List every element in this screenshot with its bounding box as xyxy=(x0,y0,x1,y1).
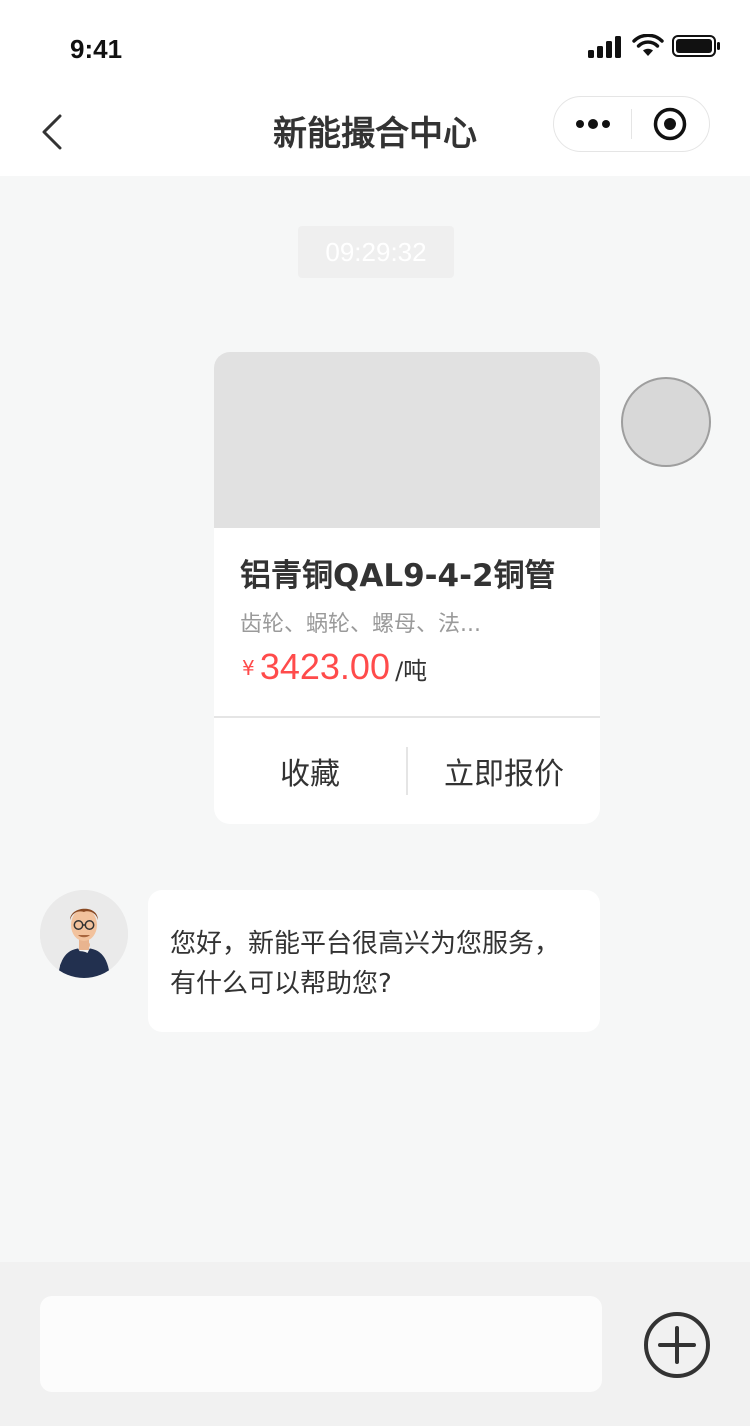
input-bar xyxy=(0,1262,750,1426)
nav-bar: 新能撮合中心 xyxy=(0,88,750,176)
product-card[interactable]: 铝青铜QAL9-4-2铜管 齿轮、蜗轮、螺母、法... ¥ 3423.00 /吨… xyxy=(214,352,600,824)
chat-screen: 9:41 新能撮合中心 09:29:32 铝青铜QAL9-4-2铜管 齿轮、蜗轮… xyxy=(0,0,750,1426)
signal-icon xyxy=(588,36,621,58)
add-button[interactable] xyxy=(643,1311,711,1379)
message-input[interactable] xyxy=(40,1296,602,1392)
mini-program-capsule xyxy=(553,96,710,152)
chat-timestamp: 09:29:32 xyxy=(298,226,454,278)
price-currency-symbol: ¥ xyxy=(242,656,255,680)
battery-icon xyxy=(672,35,720,57)
wifi-icon xyxy=(632,34,664,56)
agent-message-bubble: 您好，新能平台很高兴为您服务， 有什么可以帮助您? xyxy=(148,890,600,1032)
price-value: 3423.00 xyxy=(259,646,390,687)
product-price: ¥ 3423.00 /吨 xyxy=(242,646,427,688)
quote-now-button[interactable]: 立即报价 xyxy=(408,749,600,793)
favorite-button[interactable]: 收藏 xyxy=(214,749,406,793)
agent-avatar xyxy=(40,890,128,978)
product-description: 齿轮、蜗轮、螺母、法... xyxy=(240,612,481,637)
agent-avatar-illustration xyxy=(40,890,128,978)
close-mini-program-button[interactable] xyxy=(632,96,709,152)
status-time: 9:41 xyxy=(70,34,123,64)
target-icon xyxy=(654,107,687,141)
status-bar: 9:41 xyxy=(0,0,750,88)
product-name: 铝青铜QAL9-4-2铜管 xyxy=(240,558,556,594)
user-avatar xyxy=(621,377,711,467)
plus-circle-icon xyxy=(644,1312,710,1378)
product-image xyxy=(214,352,600,528)
agent-message-line-2: 有什么可以帮助您? xyxy=(170,969,392,999)
more-button[interactable] xyxy=(554,96,631,152)
more-dots-icon xyxy=(575,119,610,129)
agent-message-line-1: 您好，新能平台很高兴为您服务， xyxy=(170,929,561,959)
price-unit: /吨 xyxy=(395,657,428,685)
card-actions: 收藏 立即报价 xyxy=(214,718,600,824)
